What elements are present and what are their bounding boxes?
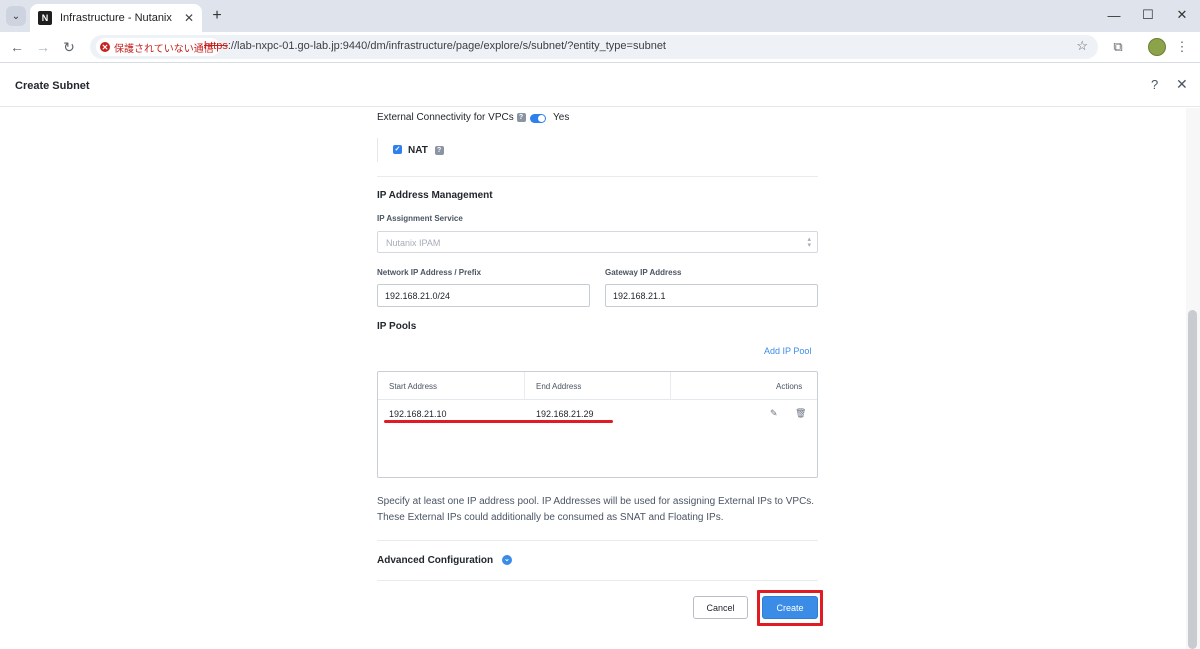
tab-title: Infrastructure - Nutanix	[60, 12, 172, 24]
browser-toolbar: ← → ↻ ✕ 保護されていない通信 https://lab-nxpc-01.g…	[0, 32, 1200, 62]
delete-trash-icon[interactable]: 🗑	[795, 408, 806, 419]
nat-label-text: NAT	[408, 145, 428, 156]
scrollbar-thumb[interactable]	[1188, 310, 1197, 649]
annotation-highlight-box	[757, 590, 823, 626]
section-divider	[377, 540, 818, 541]
network-ip-input[interactable]: 192.168.21.0/24	[377, 284, 590, 307]
tab-close-icon[interactable]: ✕	[184, 11, 194, 25]
cancel-button[interactable]: Cancel	[693, 596, 748, 619]
nat-group-line	[377, 138, 378, 162]
bookmark-star-icon[interactable]: ☆	[1076, 38, 1088, 54]
advanced-configuration-toggle[interactable]: Advanced Configuration ⌄	[377, 555, 512, 566]
gateway-ip-label: Gateway IP Address	[605, 268, 682, 277]
profile-avatar[interactable]	[1148, 38, 1166, 56]
nat-checkbox[interactable]: ✓	[393, 145, 402, 154]
chevron-down-icon[interactable]: ⌄	[501, 555, 512, 566]
insecure-connection-chip[interactable]: ✕ 保護されていない通信	[96, 38, 220, 56]
modal-header: Create Subnet ? ✕	[0, 63, 1200, 107]
column-header-actions: Actions	[776, 382, 803, 391]
ip-assignment-label: IP Assignment Service	[377, 214, 463, 223]
window-close-icon[interactable]: ✕	[1164, 4, 1200, 26]
column-header-start: Start Address	[389, 382, 438, 391]
pool-end-address: 192.168.21.29	[536, 409, 594, 419]
edit-pencil-icon[interactable]: ✎	[770, 408, 778, 419]
forward-arrow-icon[interactable]: →	[33, 37, 53, 57]
back-arrow-icon[interactable]: ←	[7, 37, 27, 57]
gateway-ip-input[interactable]: 192.168.21.1	[605, 284, 818, 307]
section-divider	[377, 176, 818, 177]
column-header-end: End Address	[536, 382, 582, 391]
pool-start-address: 192.168.21.10	[389, 409, 447, 419]
url-text[interactable]: https://lab-nxpc-01.go-lab.jp:9440/dm/in…	[204, 40, 666, 52]
ip-assignment-value: Nutanix IPAM	[386, 238, 441, 248]
nat-label: NAT ?	[408, 145, 444, 156]
external-connectivity-toggle[interactable]	[530, 114, 546, 123]
add-ip-pool-link[interactable]: Add IP Pool	[764, 346, 811, 356]
help-icon[interactable]: ?	[1151, 77, 1158, 92]
warning-icon: ✕	[100, 42, 110, 52]
column-separator	[524, 372, 525, 400]
nat-help-icon[interactable]: ?	[434, 145, 444, 155]
help-question-icon[interactable]: ?	[516, 112, 526, 122]
table-header: Start Address End Address Actions	[378, 372, 817, 400]
ipam-section-title: IP Address Management	[377, 190, 493, 201]
external-connectivity-value: Yes	[553, 112, 570, 123]
gateway-ip-value: 192.168.21.1	[613, 291, 666, 301]
section-divider	[377, 580, 818, 581]
modal-title: Create Subnet	[15, 80, 90, 92]
browser-menu-icon[interactable]: ⋮	[1172, 37, 1192, 57]
create-subnet-form: External Connectivity for VPCs ? Yes ✓ N…	[377, 108, 823, 649]
insecure-label: 保護されていない通信	[114, 43, 214, 55]
external-connectivity-text: External Connectivity for VPCs	[377, 112, 514, 123]
column-separator	[670, 372, 671, 400]
network-ip-label: Network IP Address / Prefix	[377, 268, 482, 277]
ip-pools-title: IP Pools	[377, 321, 417, 332]
address-bar[interactable]: ✕ 保護されていない通信 https://lab-nxpc-01.go-lab.…	[90, 35, 1098, 59]
extensions-puzzle-icon[interactable]: ⧉	[1108, 37, 1128, 57]
url-path: ://lab-nxpc-01.go-lab.jp:9440/dm/infrast…	[227, 40, 666, 52]
advanced-configuration-label: Advanced Configuration	[377, 555, 494, 566]
new-tab-plus-icon[interactable]: +	[208, 6, 226, 26]
external-connectivity-label: External Connectivity for VPCs ?	[377, 112, 526, 123]
ip-assignment-select[interactable]: Nutanix IPAM ▴ ▾	[377, 231, 818, 253]
network-ip-value: 192.168.21.0/24	[385, 291, 451, 301]
browser-tab[interactable]: N Infrastructure - Nutanix ✕	[30, 4, 202, 32]
modal-close-icon[interactable]: ✕	[1176, 76, 1188, 93]
annotation-underline	[384, 420, 613, 423]
minimize-icon[interactable]: —	[1096, 4, 1132, 26]
select-updown-icon: ▴ ▾	[807, 236, 811, 249]
nutanix-favicon-icon: N	[38, 11, 52, 25]
ip-pool-description: Specify at least one IP address pool. IP…	[377, 496, 815, 523]
tab-search-chevron-icon[interactable]: ⌄	[6, 6, 26, 26]
browser-tabstrip: ⌄ N Infrastructure - Nutanix ✕ + — ☐ ✕	[0, 0, 1200, 32]
ip-pools-table: Start Address End Address Actions 192.16…	[377, 371, 818, 478]
maximize-icon[interactable]: ☐	[1130, 4, 1166, 26]
reload-icon[interactable]: ↻	[59, 37, 79, 57]
url-scheme: https	[204, 40, 228, 52]
